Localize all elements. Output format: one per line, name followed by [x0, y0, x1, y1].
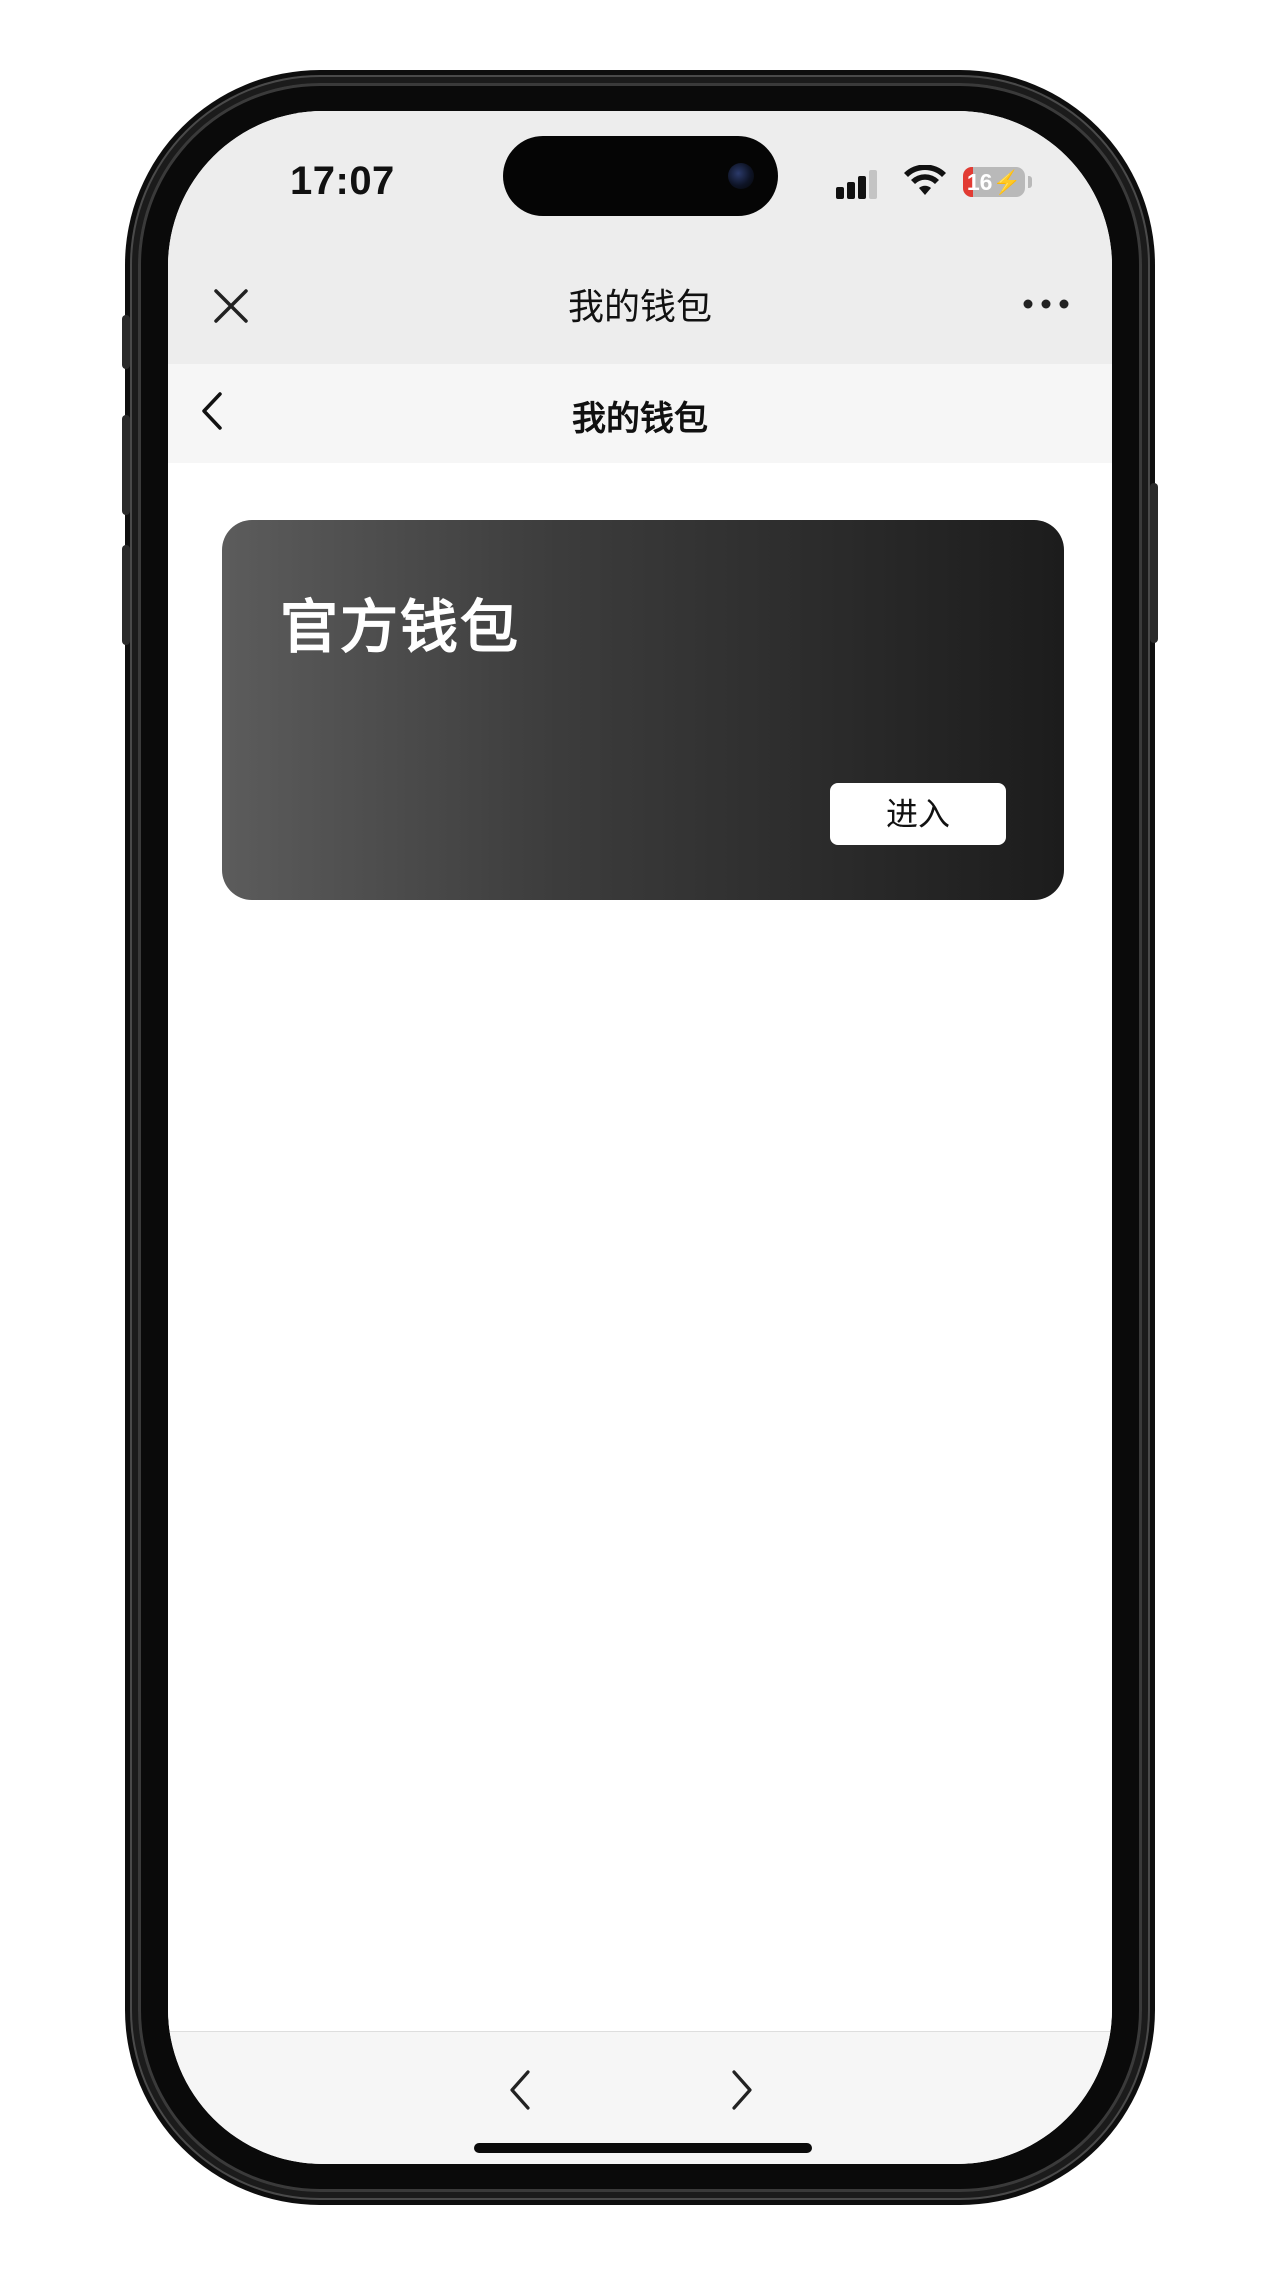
page: 17:07 16⚡ 我的钱包 我的钱包 官方钱包 进入 [0, 0, 1280, 2275]
cellular-signal-icon [836, 169, 886, 199]
dynamic-island [503, 136, 778, 216]
battery-level-text: 16⚡ [966, 169, 1022, 195]
phone-frame: 17:07 16⚡ 我的钱包 我的钱包 官方钱包 进入 [122, 75, 1158, 2200]
header-title: 我的钱包 [567, 287, 712, 328]
battery-icon: 16⚡ [963, 167, 1025, 197]
charging-bolt-icon: ⚡ [992, 169, 1022, 195]
screen: 17:07 16⚡ 我的钱包 我的钱包 官方钱包 进入 [168, 111, 1112, 2164]
status-bar: 17:07 16⚡ [168, 111, 1112, 246]
status-time: 17:07 [290, 159, 395, 203]
home-indicator [474, 2143, 812, 2153]
chevron-right-icon[interactable] [720, 2062, 764, 2118]
battery-tip [1028, 176, 1032, 188]
chevron-left-icon[interactable] [498, 2062, 542, 2118]
wifi-icon [904, 165, 946, 195]
front-camera-icon [728, 163, 754, 189]
official-wallet-card[interactable]: 官方钱包 进入 [222, 520, 1064, 900]
page-header: 我的钱包 [168, 364, 1112, 463]
wallet-card-title: 官方钱包 [280, 593, 521, 661]
enter-button[interactable]: 进入 [830, 783, 1006, 845]
power-button [1150, 483, 1158, 643]
action-button [122, 315, 130, 369]
mini-program-header: 我的钱包 [168, 246, 1112, 364]
volume-up-button [122, 415, 130, 515]
more-icon[interactable] [1018, 284, 1074, 324]
main-content: 官方钱包 进入 [168, 463, 1112, 2031]
volume-down-button [122, 545, 130, 645]
page-title: 我的钱包 [572, 399, 708, 439]
